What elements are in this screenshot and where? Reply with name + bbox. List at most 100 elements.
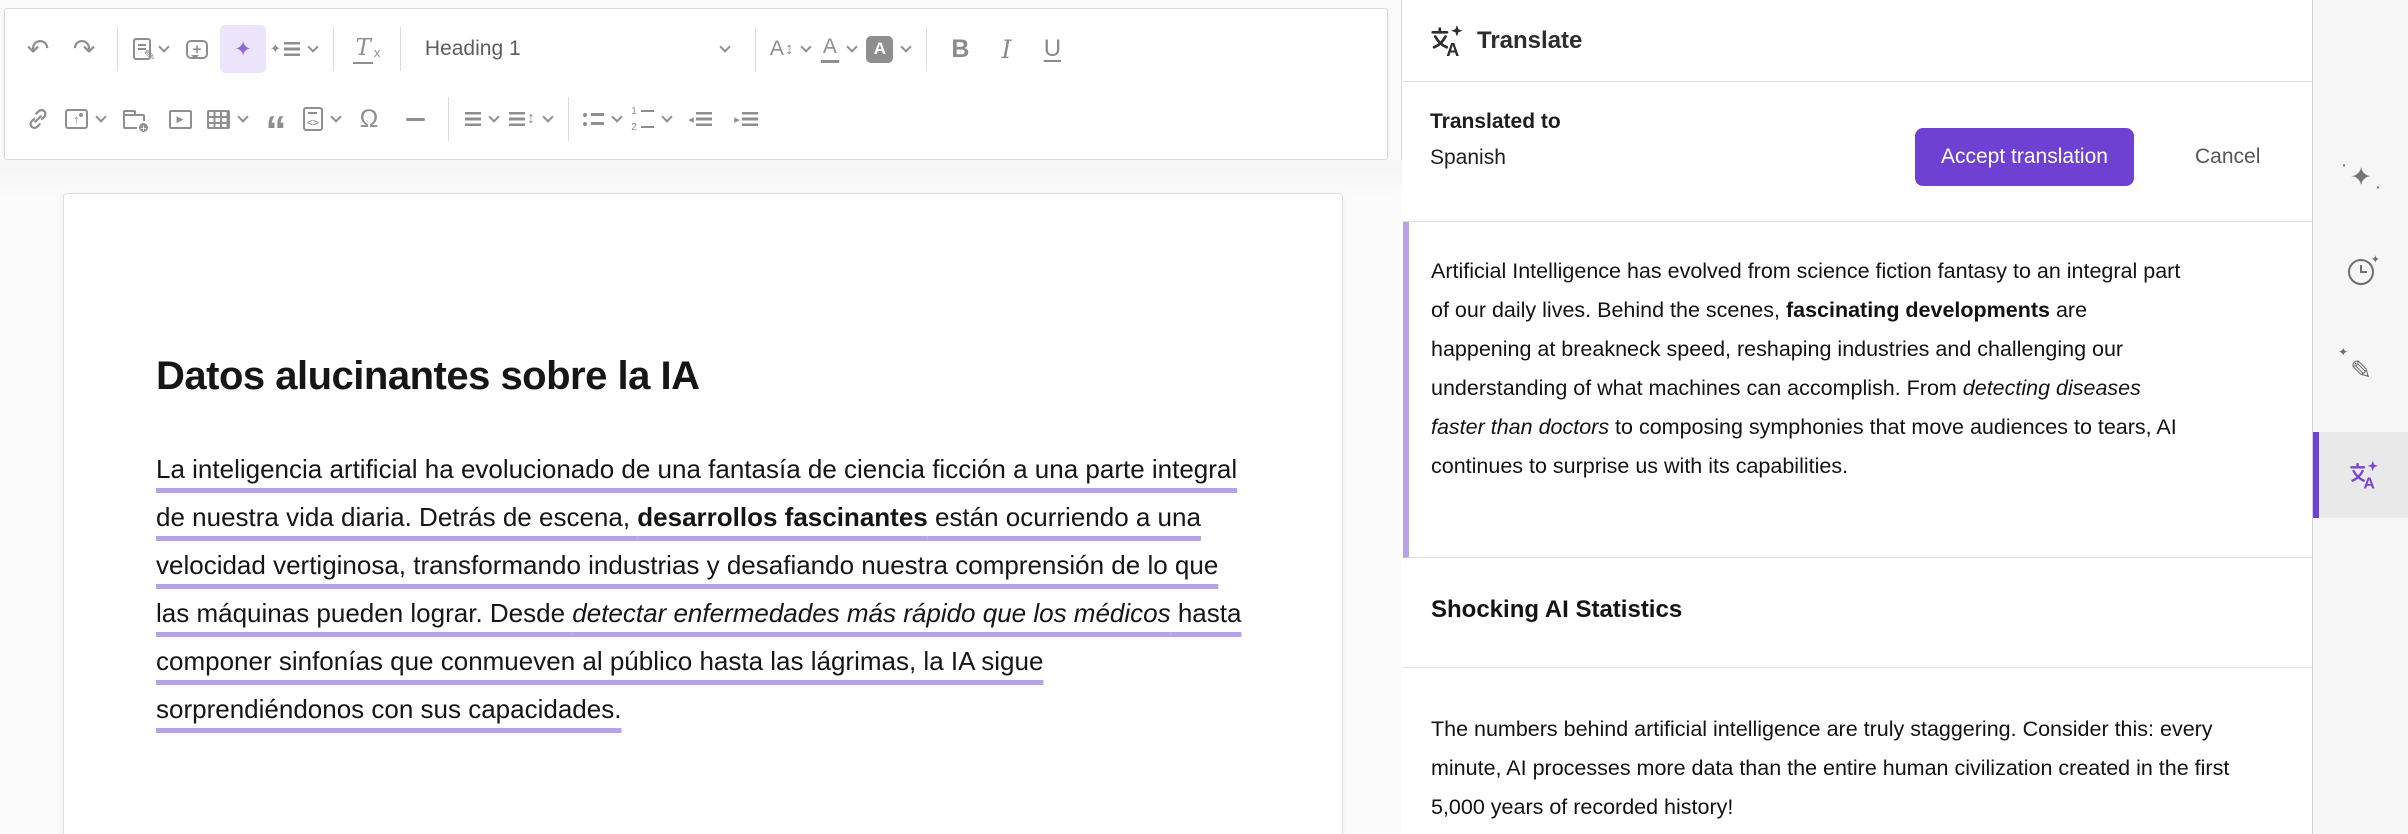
- pencil-icon: ✎: [143, 47, 156, 63]
- undo-icon: ↶: [26, 33, 50, 64]
- block-quote-button[interactable]: “: [253, 95, 299, 152]
- panel-title: Translate: [1477, 26, 1583, 54]
- section-heading-block: Shocking AI Statistics: [1403, 558, 2312, 668]
- code-block-icon: <>: [303, 107, 323, 131]
- chevron-down-icon: [900, 41, 913, 53]
- toolbar-divider: [399, 27, 401, 71]
- font-color-icon: A: [820, 35, 839, 63]
- bulleted-list-icon: [583, 112, 604, 126]
- document-heading: Datos alucinantes sobre la IA: [156, 354, 700, 398]
- link-icon: [29, 108, 47, 130]
- sidebar-item-ai-history[interactable]: ✦: [2313, 229, 2408, 315]
- line-height-icon: ↕: [509, 110, 535, 128]
- horizontal-line-icon: [405, 117, 425, 121]
- redo-button[interactable]: ↷: [61, 25, 107, 73]
- add-comment-button[interactable]: +: [174, 25, 220, 73]
- underline-icon: U: [1043, 35, 1062, 62]
- translation-source-block: Artificial Intelligence has evolved from…: [1403, 222, 2312, 558]
- font-background-color-button[interactable]: A: [862, 25, 916, 73]
- link-button[interactable]: [15, 95, 61, 143]
- add-comment-icon: +: [186, 39, 208, 59]
- editor-column: ↶ ↷ ✎ + ✦ ✦ Tx Heading 1 A ↕ A A B I U ↑…: [0, 0, 1402, 834]
- heading-dropdown[interactable]: Heading 1: [411, 25, 745, 73]
- section-heading: Shocking AI Statistics: [1431, 596, 1683, 623]
- chevron-down-icon: [487, 111, 500, 123]
- increase-indent-button[interactable]: ▸: [723, 95, 769, 143]
- app-root: ↶ ↷ ✎ + ✦ ✦ Tx Heading 1 A ↕ A A B I U ↑…: [0, 0, 2408, 834]
- chevron-down-icon: [330, 111, 342, 123]
- text-alignment-button[interactable]: [459, 95, 505, 143]
- line-height-button[interactable]: ↕: [505, 95, 558, 143]
- align-left-icon: [464, 112, 481, 126]
- pencil-icon: ✎: [2350, 354, 2372, 385]
- ai-commands-button[interactable]: ✦: [266, 25, 323, 73]
- file-manager-button[interactable]: +: [111, 95, 157, 143]
- insert-table-button[interactable]: [203, 95, 253, 143]
- chevron-down-icon: [307, 41, 319, 53]
- sidebar-item-ai-translate[interactable]: A: [2313, 432, 2408, 518]
- translated-to-label: Translated to: [1430, 110, 1561, 133]
- toolbar-divider: [568, 97, 569, 141]
- remove-format-button[interactable]: Tx: [344, 25, 390, 73]
- cancel-button[interactable]: Cancel: [2195, 128, 2260, 186]
- toolbar-divider: [754, 27, 756, 71]
- translate-icon: A: [2350, 460, 2378, 491]
- chevron-down-icon: [800, 41, 813, 53]
- chevron-down-icon: [95, 111, 107, 123]
- chevron-down-icon: [661, 111, 673, 123]
- heading-dropdown-value: Heading 1: [424, 37, 521, 60]
- folder-add-icon: +: [123, 109, 150, 135]
- accept-translation-button[interactable]: Accept translation: [1915, 128, 2134, 186]
- numbered-list-button[interactable]: 1 2: [627, 95, 677, 143]
- numbered-list-icon: 1 2: [631, 106, 654, 133]
- chevron-down-icon: [611, 111, 623, 123]
- sidebar-item-ai-quick-edit[interactable]: ✎ ✦: [2313, 327, 2408, 413]
- redo-icon: ↷: [72, 33, 96, 64]
- sidebar-item-ai-assistant[interactable]: ✦: [2313, 134, 2408, 220]
- sparkle-icon: ✦: [270, 41, 281, 56]
- toolbar-row-1: ↶ ↷ ✎ + ✦ ✦ Tx Heading 1 A ↕ A A B I U: [15, 17, 1377, 81]
- undo-button[interactable]: ↶: [15, 25, 61, 73]
- underline-button[interactable]: U: [1029, 25, 1075, 73]
- editor-toolbar: ↶ ↷ ✎ + ✦ ✦ Tx Heading 1 A ↕ A A B I U ↑…: [4, 8, 1388, 160]
- toolbar-divider: [332, 27, 334, 71]
- translated-marker: La inteligencia artificial ha evoluciona…: [156, 454, 1242, 724]
- media-icon: ▶: [168, 109, 192, 129]
- ai-sparkle-icon: ✦: [234, 37, 252, 61]
- statistics-paragraph: The numbers behind artificial intelligen…: [1431, 717, 2230, 819]
- font-size-icon: A ↕: [769, 37, 794, 60]
- target-language: Spanish: [1430, 146, 1506, 169]
- horizontal-line-button[interactable]: [392, 95, 438, 143]
- quick-edit-icon: ✎ ✦: [2338, 344, 2372, 385]
- ai-commands-icon: ✦: [270, 41, 300, 57]
- font-size-button[interactable]: A ↕: [766, 25, 817, 73]
- italic-button[interactable]: I: [983, 25, 1029, 73]
- toolbar-row-2: ↑ + ▶ “ <> Ω ↕ 1 2 ◂ ▸: [15, 87, 1377, 152]
- toolbar-divider: [448, 97, 449, 141]
- panel-actions: Translated to Spanish Accept translation…: [1403, 82, 2312, 222]
- decrease-indent-button[interactable]: ◂: [677, 95, 723, 143]
- svg-text:A: A: [2363, 475, 2375, 491]
- outdent-icon: ◂: [688, 112, 712, 126]
- special-characters-button[interactable]: Ω: [346, 95, 392, 143]
- track-changes-button[interactable]: ✎: [128, 25, 174, 73]
- document-page[interactable]: Datos alucinantes sobre la IA La intelig…: [63, 193, 1343, 834]
- image-upload-icon: ↑: [65, 109, 88, 129]
- code-block-button[interactable]: <>: [299, 95, 346, 143]
- bulleted-list-button[interactable]: [579, 95, 627, 143]
- font-color-button[interactable]: A: [816, 25, 862, 73]
- statistics-block: The numbers behind artificial intelligen…: [1403, 668, 2312, 834]
- panel-header: A Translate: [1403, 0, 2312, 82]
- history-clock-icon: ✦: [2348, 254, 2380, 285]
- insert-image-button[interactable]: ↑: [61, 95, 111, 143]
- list-lines-icon: [283, 42, 300, 56]
- toolbar-divider: [926, 27, 928, 71]
- translate-icon: A: [1431, 24, 1463, 59]
- document-paragraph: La inteligencia artificial ha evoluciona…: [156, 445, 1247, 733]
- insert-media-button[interactable]: ▶: [157, 95, 203, 143]
- remove-format-icon: Tx: [353, 35, 380, 64]
- italic-icon: I: [1001, 34, 1012, 64]
- ai-assistant-button[interactable]: ✦: [220, 25, 266, 73]
- omega-icon: Ω: [359, 104, 379, 133]
- bold-button[interactable]: B: [937, 25, 983, 73]
